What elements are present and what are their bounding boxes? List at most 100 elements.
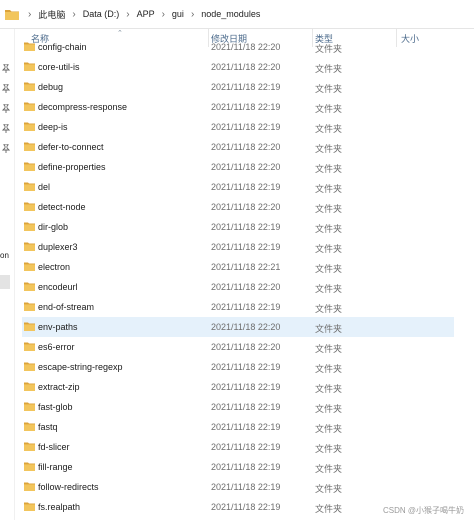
list-item[interactable]: follow-redirects 2021/11/18 22:19 文件夹 bbox=[22, 477, 454, 497]
nav-item-highlight[interactable] bbox=[0, 275, 10, 289]
list-item[interactable]: core-util-is 2021/11/18 22:20 文件夹 bbox=[22, 57, 454, 77]
item-date: 2021/11/18 22:19 bbox=[211, 362, 281, 372]
item-name: fastq bbox=[38, 422, 58, 432]
pin-icon[interactable] bbox=[2, 84, 10, 93]
sort-up-icon: ⌃ bbox=[117, 30, 123, 37]
item-type: 文件夹 bbox=[315, 404, 343, 414]
item-date: 2021/11/18 22:19 bbox=[211, 82, 281, 92]
item-date: 2021/11/18 22:20 bbox=[211, 62, 281, 72]
list-item[interactable]: fastq 2021/11/18 22:19 文件夹 bbox=[22, 417, 454, 437]
breadcrumb-app[interactable]: APP bbox=[136, 9, 156, 19]
folder-icon bbox=[24, 502, 35, 511]
list-item[interactable]: duplexer3 2021/11/18 22:19 文件夹 bbox=[22, 237, 454, 257]
item-name: env-paths bbox=[38, 322, 78, 332]
item-type: 文件夹 bbox=[315, 64, 343, 74]
list-item[interactable]: encodeurl 2021/11/18 22:20 文件夹 bbox=[22, 277, 454, 297]
list-item[interactable]: end-of-stream 2021/11/18 22:19 文件夹 bbox=[22, 297, 454, 317]
list-item[interactable]: defer-to-connect 2021/11/18 22:20 文件夹 bbox=[22, 137, 454, 157]
nav-item-label[interactable]: on bbox=[0, 251, 9, 260]
item-date: 2021/11/18 22:20 bbox=[211, 42, 281, 52]
breadcrumb-chevron-icon[interactable]: › bbox=[66, 9, 81, 20]
list-item[interactable]: fd-slicer 2021/11/18 22:19 文件夹 bbox=[22, 437, 454, 457]
item-date: 2021/11/18 22:19 bbox=[211, 402, 281, 412]
breadcrumb-chevron-icon[interactable]: › bbox=[120, 9, 135, 20]
item-date: 2021/11/18 22:19 bbox=[211, 442, 281, 452]
item-name: fs.realpath bbox=[38, 502, 81, 512]
folder-icon bbox=[24, 282, 35, 291]
folder-icon bbox=[24, 242, 35, 251]
item-name: es6-error bbox=[38, 342, 75, 352]
list-item[interactable]: deep-is 2021/11/18 22:19 文件夹 bbox=[22, 117, 454, 137]
item-type: 文件夹 bbox=[315, 84, 343, 94]
folder-icon bbox=[5, 9, 19, 20]
item-date: 2021/11/18 22:19 bbox=[211, 122, 281, 132]
folder-icon bbox=[24, 82, 35, 91]
pin-icon[interactable] bbox=[2, 144, 10, 153]
folder-icon bbox=[24, 382, 35, 391]
list-item[interactable]: es6-error 2021/11/18 22:20 文件夹 bbox=[22, 337, 454, 357]
item-type: 文件夹 bbox=[315, 104, 343, 114]
item-date: 2021/11/18 22:19 bbox=[211, 382, 281, 392]
file-list[interactable]: config-chain 2021/11/18 22:20 文件夹 core-util… bbox=[14, 37, 460, 520]
folder-icon bbox=[24, 62, 35, 71]
item-date: 2021/11/18 22:19 bbox=[211, 182, 281, 192]
item-date: 2021/11/18 22:19 bbox=[211, 242, 281, 252]
item-type: 文件夹 bbox=[315, 464, 343, 474]
breadcrumb-chevron-icon[interactable]: › bbox=[22, 9, 37, 20]
list-item[interactable]: define-properties 2021/11/18 22:20 文件夹 bbox=[22, 157, 454, 177]
item-type: 文件夹 bbox=[315, 364, 343, 374]
list-item[interactable]: electron 2021/11/18 22:21 文件夹 bbox=[22, 257, 454, 277]
item-date: 2021/11/18 22:20 bbox=[211, 322, 281, 332]
item-type: 文件夹 bbox=[315, 184, 343, 194]
list-item[interactable]: env-paths 2021/11/18 22:20 文件夹 bbox=[22, 317, 454, 337]
item-name: fast-glob bbox=[38, 402, 73, 412]
item-date: 2021/11/18 22:21 bbox=[211, 262, 281, 272]
list-item[interactable]: del 2021/11/18 22:19 文件夹 bbox=[22, 177, 454, 197]
item-type: 文件夹 bbox=[315, 484, 343, 494]
pin-icon[interactable] bbox=[2, 104, 10, 113]
list-item[interactable]: fast-glob 2021/11/18 22:19 文件夹 bbox=[22, 397, 454, 417]
list-item[interactable]: decompress-response 2021/11/18 22:19 文件夹 bbox=[22, 97, 454, 117]
folder-icon bbox=[24, 362, 35, 371]
navigation-pane: on bbox=[0, 29, 15, 520]
list-item[interactable]: escape-string-regexp 2021/11/18 22:19 文件夹 bbox=[22, 357, 454, 377]
watermark: CSDN @小猴子喝牛奶 bbox=[382, 506, 464, 515]
item-date: 2021/11/18 22:19 bbox=[211, 302, 281, 312]
item-name: detect-node bbox=[38, 202, 86, 212]
folder-icon bbox=[24, 302, 35, 311]
address-bar[interactable]: › 此电脑 › Data (D:) › APP › gui › node_mod… bbox=[0, 0, 474, 29]
item-type: 文件夹 bbox=[315, 144, 343, 154]
list-item[interactable]: debug 2021/11/18 22:19 文件夹 bbox=[22, 77, 454, 97]
folder-icon bbox=[24, 42, 35, 51]
item-type: 文件夹 bbox=[315, 204, 343, 214]
breadcrumb-node-modules[interactable]: node_modules bbox=[200, 9, 261, 19]
breadcrumb-drive[interactable]: Data (D:) bbox=[82, 9, 121, 19]
list-item[interactable]: config-chain 2021/11/18 22:20 文件夹 bbox=[22, 37, 454, 57]
list-item[interactable]: dir-glob 2021/11/18 22:19 文件夹 bbox=[22, 217, 454, 237]
item-type: 文件夹 bbox=[315, 164, 343, 174]
folder-icon bbox=[24, 262, 35, 271]
folder-icon bbox=[24, 222, 35, 231]
list-item[interactable]: detect-node 2021/11/18 22:20 文件夹 bbox=[22, 197, 454, 217]
list-item[interactable]: fill-range 2021/11/18 22:19 文件夹 bbox=[22, 457, 454, 477]
item-name: escape-string-regexp bbox=[38, 362, 123, 372]
breadcrumb-this-pc[interactable]: 此电脑 bbox=[37, 8, 66, 21]
breadcrumb-gui[interactable]: gui bbox=[171, 9, 185, 19]
item-name: debug bbox=[38, 82, 64, 92]
item-name: end-of-stream bbox=[38, 302, 95, 312]
pin-icon[interactable] bbox=[2, 124, 10, 133]
pin-icon[interactable] bbox=[2, 64, 10, 73]
breadcrumb-chevron-icon[interactable]: › bbox=[156, 9, 171, 20]
item-type: 文件夹 bbox=[315, 244, 343, 254]
folder-icon bbox=[24, 482, 35, 491]
breadcrumb-chevron-icon[interactable]: › bbox=[185, 9, 200, 20]
item-name: fd-slicer bbox=[38, 442, 70, 452]
list-item[interactable]: extract-zip 2021/11/18 22:19 文件夹 bbox=[22, 377, 454, 397]
item-name: encodeurl bbox=[38, 282, 78, 292]
item-date: 2021/11/18 22:19 bbox=[211, 222, 281, 232]
folder-icon bbox=[24, 182, 35, 191]
item-date: 2021/11/18 22:20 bbox=[211, 142, 281, 152]
folder-icon bbox=[24, 142, 35, 151]
folder-icon bbox=[24, 202, 35, 211]
folder-icon bbox=[24, 162, 35, 171]
